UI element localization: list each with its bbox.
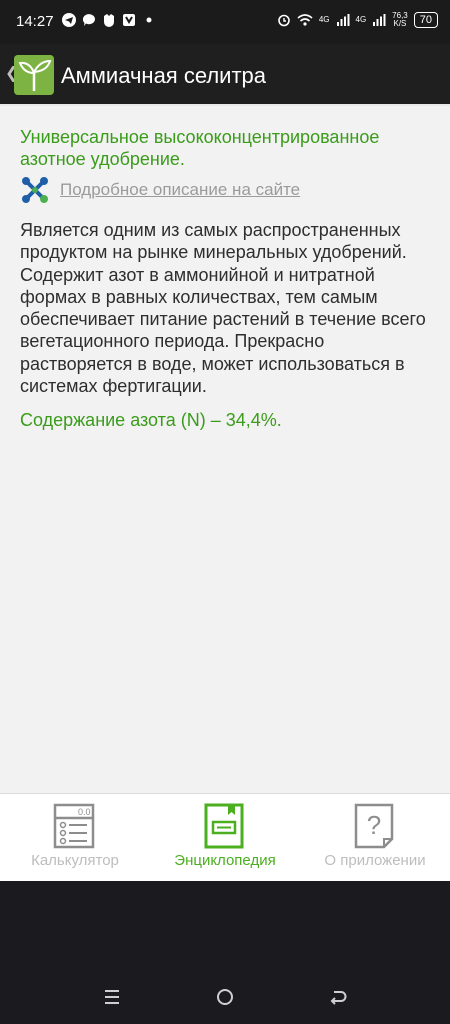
- nav-label-encyclopedia: Энциклопедия: [174, 852, 276, 869]
- alarm-icon: [278, 14, 290, 27]
- product-description: Является одним из самых распространенных…: [20, 220, 426, 397]
- network-speed-unit: K/S: [393, 19, 407, 28]
- notification-icons: [62, 13, 156, 27]
- signal-icon-2: [373, 14, 386, 26]
- recent-apps-icon[interactable]: [102, 987, 122, 1007]
- nitrogen-content: Содержание азота (N) – 34,4%.: [20, 410, 282, 431]
- system-status: 4G 4G 76,3 K/S 70: [277, 12, 438, 28]
- question-document-icon: ?: [354, 803, 394, 849]
- app-notification-icon: [104, 14, 114, 27]
- dot-icon: [146, 17, 152, 23]
- nav-label-calculator: Калькулятор: [31, 852, 119, 869]
- nav-item-about[interactable]: ? О приложении: [300, 794, 450, 882]
- app-bar: ❮ Аммиачная селитра: [0, 44, 450, 106]
- company-logo-icon: [22, 177, 48, 203]
- chat-icon: [82, 14, 95, 26]
- svg-text:?: ?: [367, 810, 381, 840]
- status-time: 14:27: [16, 13, 54, 30]
- book-icon: [204, 803, 244, 849]
- wifi-icon: [297, 14, 313, 26]
- home-icon[interactable]: [215, 987, 235, 1007]
- signal-icon-1: [336, 14, 349, 26]
- battery-indicator: 70: [413, 12, 438, 28]
- nav-label-about: О приложении: [324, 852, 426, 869]
- nav-item-encyclopedia[interactable]: Энциклопедия: [150, 794, 300, 882]
- calculator-icon: 0.0: [53, 803, 95, 849]
- shield-icon: [123, 14, 135, 26]
- bottom-navigation: 0.0 Калькулятор Энциклопедия ? О приложе…: [0, 793, 450, 881]
- back-icon[interactable]: [328, 987, 348, 1007]
- page-title: Аммиачная селитра: [61, 63, 267, 88]
- network-label-1: 4G: [318, 15, 330, 24]
- status-bar: 14:27 4G 4G 76,3 K/S 70: [0, 0, 450, 44]
- network-speed: 76,3 K/S: [392, 12, 408, 28]
- telegram-icon: [62, 13, 76, 27]
- site-link-row[interactable]: Подробное описание на сайте: [20, 175, 432, 205]
- svg-text:0.0: 0.0: [78, 807, 91, 817]
- network-label-2: 4G: [355, 15, 367, 24]
- sprout-icon[interactable]: [14, 55, 54, 95]
- product-subtitle: Универсальное высококонцентрированное аз…: [20, 127, 380, 169]
- site-description-link[interactable]: Подробное описание на сайте: [60, 180, 300, 200]
- nav-item-calculator[interactable]: 0.0 Калькулятор: [0, 794, 150, 882]
- article-content: Универсальное высококонцентрированное аз…: [20, 126, 432, 431]
